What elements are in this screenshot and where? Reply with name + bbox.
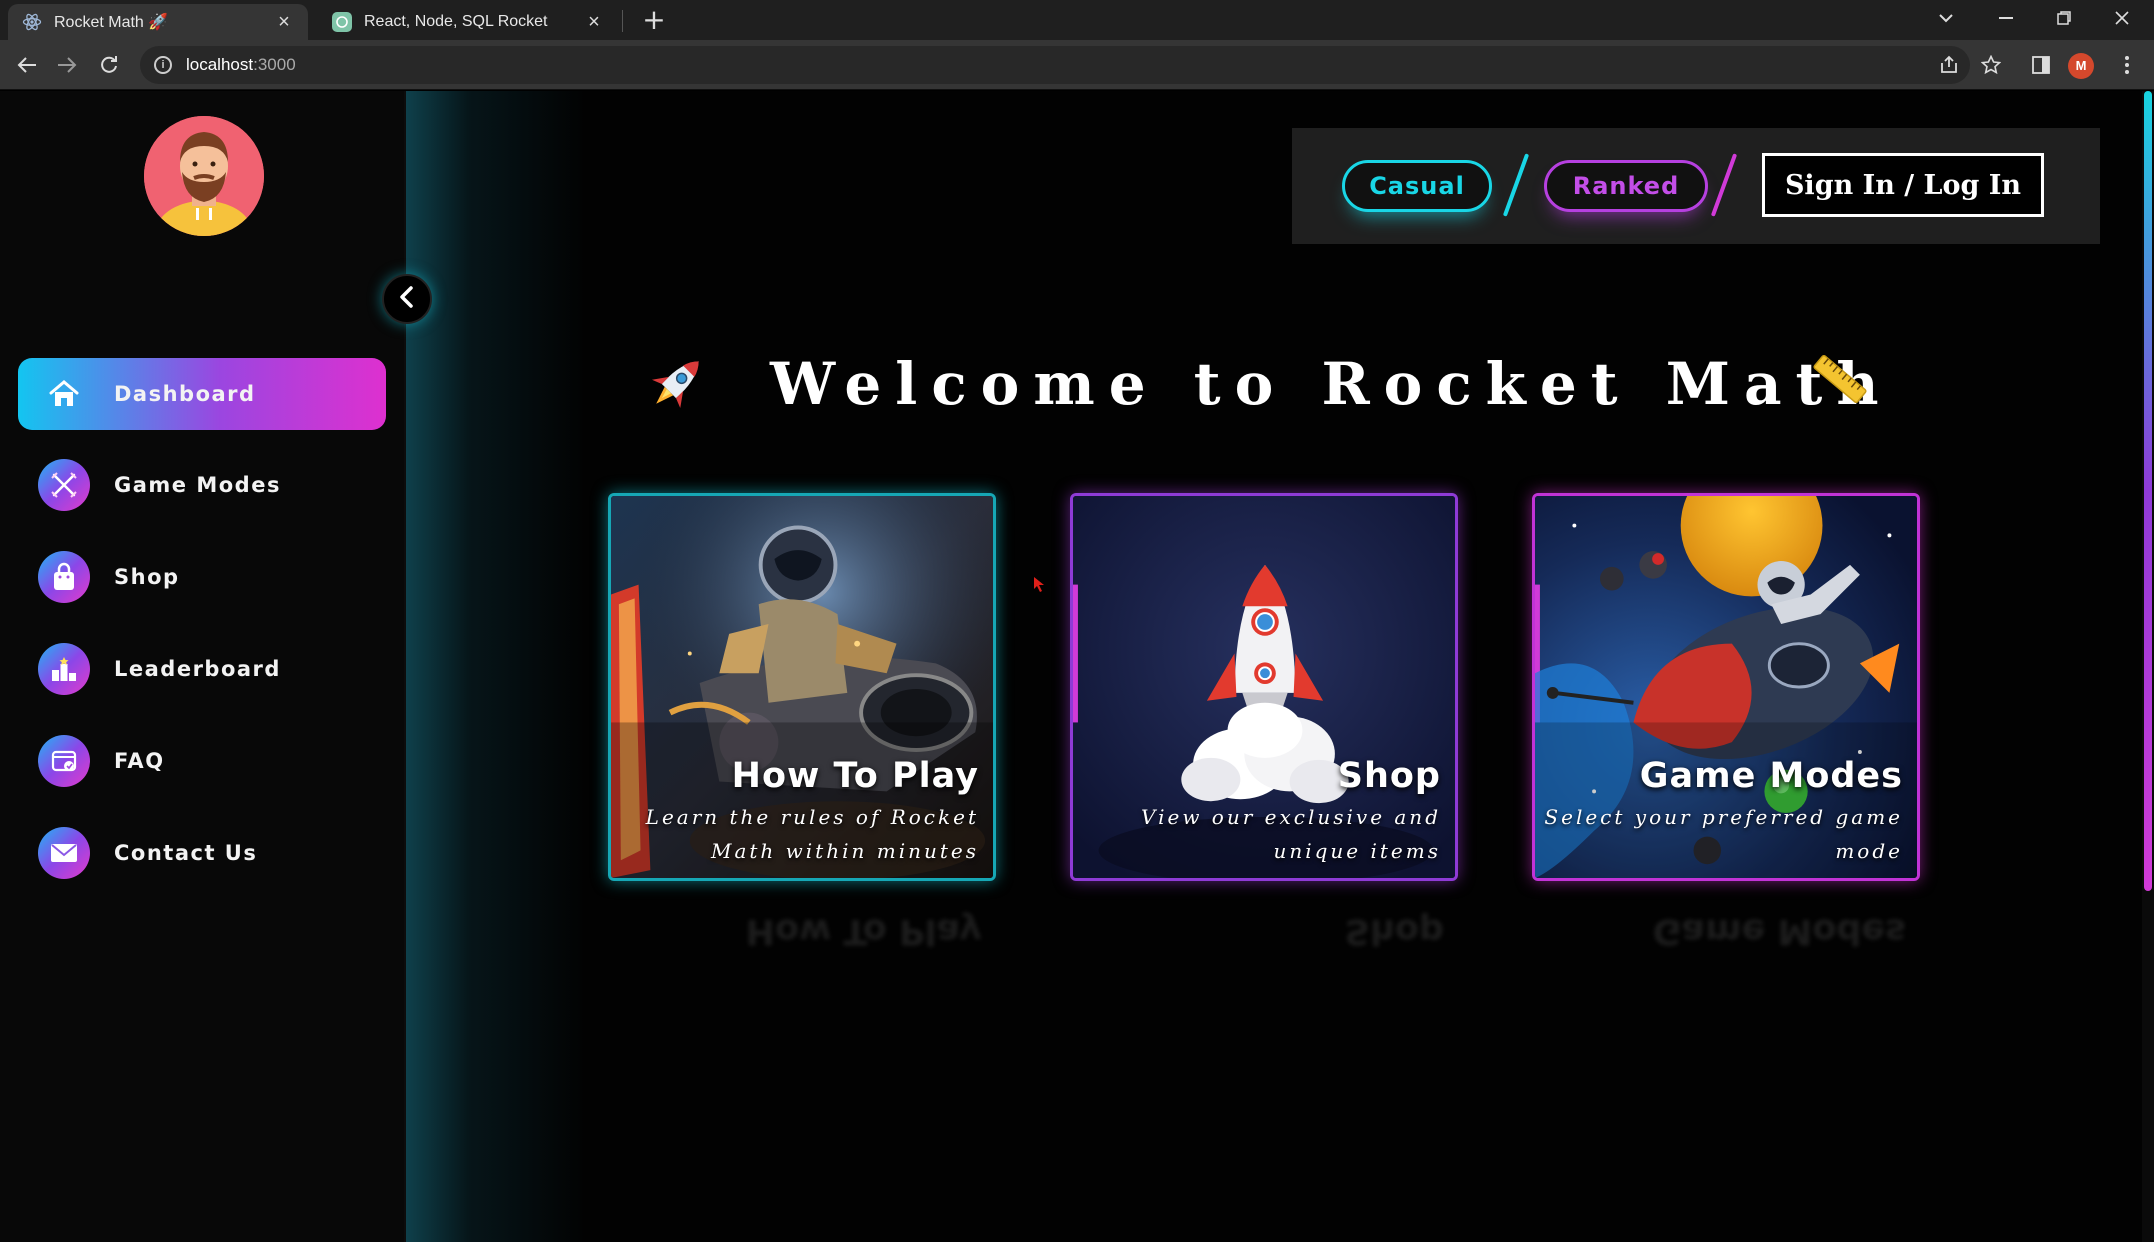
reflection-title: Shop — [1344, 911, 1444, 951]
app-root: Dashboard Game Modes Shop Leaderboard FA — [0, 91, 2142, 1242]
faq-icon — [38, 735, 90, 787]
browser-tab-rocket-math[interactable]: Rocket Math 🚀 × — [8, 4, 308, 40]
page-scrollbar[interactable] — [2142, 91, 2154, 1242]
profile-avatar[interactable]: M — [2068, 53, 2094, 79]
close-tab-icon[interactable]: × — [274, 11, 294, 34]
sidebar-item-label: Game Modes — [114, 473, 281, 497]
sidebar-item-shop[interactable]: Shop — [18, 541, 386, 613]
browser-tab-react-node-sql[interactable]: React, Node, SQL Rocket × — [318, 4, 618, 40]
address-bar[interactable]: i localhost:3000 — [140, 46, 1970, 84]
back-arrow-icon[interactable] — [10, 48, 44, 82]
sidebar-item-label: Shop — [114, 565, 180, 589]
bookmark-star-icon[interactable] — [1976, 50, 2006, 80]
chatgpt-favicon-icon — [332, 12, 352, 32]
tab-search-icon[interactable] — [1918, 0, 1974, 36]
card-title: How To Play — [731, 756, 979, 796]
divider-slash — [1502, 153, 1530, 217]
sidebar-item-label: Leaderboard — [114, 657, 281, 681]
sidebar-item-label: Dashboard — [114, 382, 256, 406]
card-reflection: Game Modes — [1532, 891, 1920, 1121]
browser-tab-bar: Rocket Math 🚀 × React, Node, SQL Rocket … — [0, 0, 2154, 40]
more-menu-icon[interactable] — [2112, 50, 2142, 80]
cyan-glow-strip — [406, 91, 586, 1242]
reload-icon[interactable] — [92, 48, 126, 82]
casual-mode-button[interactable]: Casual — [1342, 160, 1492, 212]
card-description: Select your preferred game mode — [1544, 805, 1903, 863]
new-tab-icon[interactable]: + — [638, 4, 670, 36]
mail-icon — [38, 827, 90, 879]
card-title: Game Modes — [1639, 756, 1903, 796]
home-icon — [38, 368, 90, 420]
sidebar-item-leaderboard[interactable]: Leaderboard — [18, 633, 386, 705]
welcome-banner: Welcome to Rocket Math — [640, 339, 1880, 429]
ruler-emoji-icon — [1808, 347, 1872, 415]
sidebar-item-dashboard[interactable]: Dashboard — [18, 358, 386, 430]
minimize-icon[interactable] — [1978, 0, 2034, 36]
card-description: View our exclusive and unique items — [1141, 805, 1441, 863]
tab-title: React, Node, SQL Rocket — [364, 13, 548, 30]
share-icon[interactable] — [1934, 50, 1964, 80]
sidebar: Dashboard Game Modes Shop Leaderboard FA — [0, 91, 406, 1242]
leaderboard-icon — [38, 643, 90, 695]
sidebar-item-game-modes[interactable]: Game Modes — [18, 449, 386, 521]
user-avatar[interactable] — [144, 116, 264, 236]
reflection-title: How To Play — [745, 911, 982, 951]
rocket-emoji-icon — [640, 348, 712, 420]
site-info-icon[interactable]: i — [154, 56, 172, 74]
mouse-cursor-icon — [1034, 577, 1046, 597]
shop-card[interactable]: Shop View our exclusive and unique items — [1070, 493, 1458, 881]
side-panel-icon[interactable] — [2026, 50, 2056, 80]
restore-icon[interactable] — [2036, 0, 2092, 36]
sidebar-item-label: Contact Us — [114, 841, 258, 865]
url-host: localhost — [186, 55, 254, 74]
chevron-left-icon — [398, 286, 416, 312]
close-tab-icon[interactable]: × — [584, 11, 604, 34]
game-modes-card[interactable]: Game Modes Select your preferred game mo… — [1532, 493, 1920, 881]
browser-toolbar: i localhost:3000 M — [0, 40, 2154, 90]
react-favicon-icon — [22, 12, 42, 32]
how-to-play-card[interactable]: How To Play Learn the rules of Rocket Ma… — [608, 493, 996, 881]
url-port: :3000 — [253, 55, 296, 74]
sidebar-item-label: FAQ — [114, 749, 165, 773]
reflection-title: Game Modes — [1652, 911, 1906, 951]
sidebar-item-contact-us[interactable]: Contact Us — [18, 817, 386, 889]
shopping-bag-icon — [38, 551, 90, 603]
card-reflection: Shop — [1070, 891, 1458, 1121]
scrollbar-thumb[interactable] — [2144, 91, 2152, 891]
tab-title: Rocket Math 🚀 — [54, 14, 169, 31]
tab-separator — [622, 10, 623, 32]
mode-auth-panel: Casual Ranked Sign In / Log In — [1292, 128, 2100, 244]
page-title: Welcome to Rocket Math — [770, 350, 1893, 418]
close-window-icon[interactable] — [2094, 0, 2150, 36]
forward-arrow-icon[interactable] — [50, 48, 84, 82]
card-reflection: How To Play — [608, 891, 996, 1121]
collapse-sidebar-button[interactable] — [382, 274, 432, 324]
game-modes-icon — [38, 459, 90, 511]
card-description: Learn the rules of Rocket Math within mi… — [645, 805, 979, 863]
sign-in-button[interactable]: Sign In / Log In — [1762, 153, 2044, 217]
card-title: Shop — [1337, 756, 1441, 796]
ranked-mode-button[interactable]: Ranked — [1544, 160, 1708, 212]
sidebar-item-faq[interactable]: FAQ — [18, 725, 386, 797]
divider-slash — [1710, 153, 1738, 217]
url-text: localhost:3000 — [186, 55, 296, 75]
